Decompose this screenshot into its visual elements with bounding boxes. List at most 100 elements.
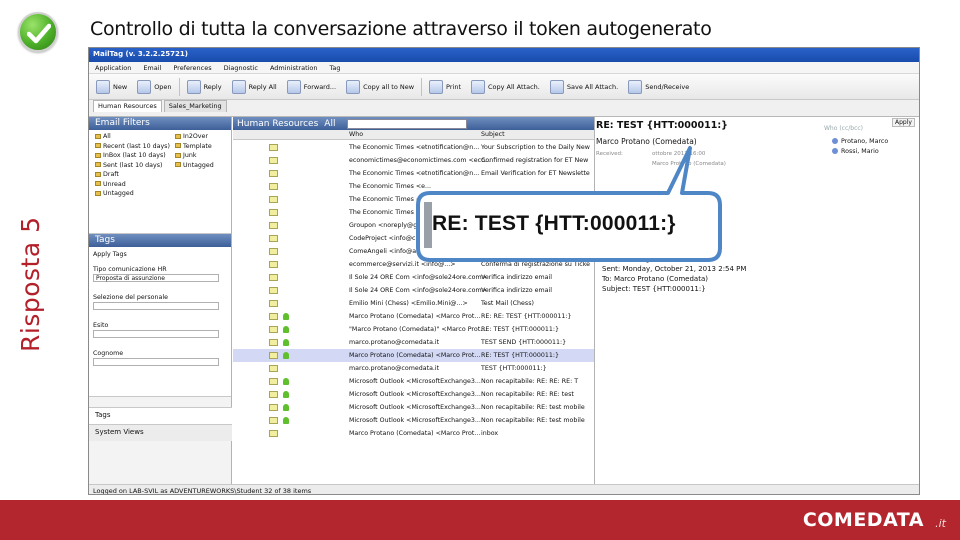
- nav-tags[interactable]: Tags: [89, 407, 232, 424]
- send-receive-label: Send/Receive: [645, 82, 690, 91]
- filter-junk[interactable]: Junk: [175, 152, 214, 162]
- table-row[interactable]: The Economic Times <etnotification@n... E…: [233, 167, 594, 180]
- filter-recent[interactable]: Recent (last 10 days): [95, 143, 170, 153]
- reply-button[interactable]: Reply: [184, 78, 225, 96]
- menu-application[interactable]: Application: [95, 64, 131, 72]
- preview-pane: RE: TEST {HTT:000011:} Marco Protano (Co…: [596, 117, 919, 485]
- table-row[interactable]: Il Sole 24 ORE Com <info@sole24ore.com> V…: [233, 271, 594, 284]
- tab-human-resources[interactable]: Human Resources: [93, 100, 162, 112]
- preview-header-to: To: Marco Protano (Comedata): [602, 275, 708, 283]
- table-row[interactable]: ecommerce@servizi.it <info@...> Conferma …: [233, 258, 594, 271]
- table-row[interactable]: Il Sole 24 ORE Com <info@sole24ore.com> V…: [233, 284, 594, 297]
- menu-preferences[interactable]: Preferences: [173, 64, 211, 72]
- filter-untagged-2[interactable]: Untagged: [175, 162, 214, 172]
- table-row[interactable]: Microsoft Outlook <MicrosoftExchange3...…: [233, 401, 594, 414]
- preview-header-subject: Subject: TEST {HTT:000011:}: [602, 285, 706, 293]
- table-row[interactable]: Marco Protano (Comedata) <Marco Prot... R…: [233, 310, 594, 323]
- row-subject: Test Mail (Chess): [481, 300, 534, 307]
- tag-field-label: Selezione del personale: [93, 294, 168, 301]
- row-who: Microsoft Outlook <MicrosoftExchange3...: [349, 404, 481, 411]
- filter-draft[interactable]: Draft: [95, 171, 170, 181]
- table-row[interactable]: Microsoft Outlook <MicrosoftExchange3...…: [233, 388, 594, 401]
- tag-field-input[interactable]: [93, 302, 219, 310]
- tab-sales-marketing[interactable]: Sales_Marketing: [163, 100, 227, 112]
- tag-field-input[interactable]: Proposta di assunzione: [93, 274, 219, 282]
- row-subject: Verifica indirizzo email: [481, 287, 552, 294]
- envelope-icon: [269, 209, 278, 216]
- open-label: Open: [154, 82, 172, 91]
- copy-all-to-new-button[interactable]: Copy all to New: [343, 78, 417, 96]
- recipient: Rossi, Mario: [832, 148, 879, 155]
- apply-tags-button[interactable]: Apply Tags: [93, 251, 227, 258]
- callout-cursor-bar: [424, 202, 432, 248]
- new-icon: [96, 79, 110, 94]
- filter-sent[interactable]: Sent (last 10 days): [95, 162, 170, 172]
- open-button[interactable]: Open: [134, 78, 174, 96]
- send-receive-button[interactable]: Send/Receive: [625, 78, 692, 96]
- menu-email[interactable]: Email: [143, 64, 161, 72]
- table-row[interactable]: The Economic Times <e...: [233, 193, 594, 206]
- preview-from: Marco Protano (Comedata): [596, 137, 697, 146]
- new-button[interactable]: New: [93, 78, 130, 96]
- preview-header-sent: Sent: Monday, October 21, 2013 2:54 PM: [602, 265, 747, 273]
- menu-administration[interactable]: Administration: [270, 64, 318, 72]
- table-row[interactable]: Emilio Mini (Chess) <Emilio.Mini@...> Tes…: [233, 297, 594, 310]
- copy-all-attach-button[interactable]: Copy All Attach.: [468, 78, 543, 96]
- print-button[interactable]: Print: [426, 78, 464, 96]
- table-row[interactable]: Microsoft Outlook <MicrosoftExchange3...…: [233, 414, 594, 427]
- row-subject: Non recapitabile: RE: RE: test: [481, 391, 574, 398]
- tag-field-input[interactable]: [93, 358, 219, 366]
- forward-button[interactable]: Forward...: [284, 78, 339, 96]
- table-row[interactable]: economictimes@economictimes.com <eco... C…: [233, 154, 594, 167]
- tag-icon: [283, 339, 289, 346]
- envelope-icon: [269, 326, 278, 333]
- table-row[interactable]: Marco Protano (Comedata) <Marco Prot... i…: [233, 427, 594, 440]
- column-subject[interactable]: Subject: [481, 131, 505, 138]
- list-search-input[interactable]: [347, 118, 468, 129]
- column-who[interactable]: Who: [349, 131, 363, 138]
- row-who: Groupon <noreply@gr...: [349, 222, 426, 229]
- filter-untagged[interactable]: Untagged: [95, 190, 170, 200]
- list-filter[interactable]: All: [324, 119, 335, 129]
- status-bar: Logged on LAB-SVIL as ADVENTUREWORKS\Stu…: [89, 484, 919, 494]
- tag-field-input[interactable]: [93, 330, 219, 338]
- menu-diagnostic[interactable]: Diagnostic: [224, 64, 258, 72]
- row-subject: Verifica indirizzo email: [481, 274, 552, 281]
- filter-unread[interactable]: Unread: [95, 181, 170, 191]
- brand-logo: COMEDATA: [802, 509, 924, 531]
- table-row[interactable]: Microsoft Outlook <MicrosoftExchange3...…: [233, 375, 594, 388]
- user-icon: [832, 148, 838, 154]
- filter-template[interactable]: Template: [175, 143, 214, 153]
- filter-all[interactable]: All: [95, 133, 170, 143]
- envelope-icon: [269, 391, 278, 398]
- reply-all-button[interactable]: Reply All: [229, 78, 280, 96]
- apply-button[interactable]: Apply: [892, 118, 915, 127]
- envelope-icon: [269, 248, 278, 255]
- filter-in2over[interactable]: In2Over: [175, 133, 214, 143]
- table-row[interactable]: ComeAngeli <info@angeli.com> ComeAngeli |…: [233, 245, 594, 258]
- user-icon: [832, 138, 838, 144]
- list-header: Human Resources All: [233, 117, 594, 130]
- menu-tag[interactable]: Tag: [330, 64, 341, 72]
- save-all-attach-button[interactable]: Save All Attach.: [547, 78, 621, 96]
- row-who: marco.protano@comedata.it: [349, 365, 440, 372]
- row-who: Il Sole 24 ORE Com <info@sole24ore.com>: [349, 274, 487, 281]
- row-who: The Economic Times <e...: [349, 196, 432, 203]
- toolbar: New Open Reply Reply All Forward... Copy…: [89, 74, 919, 100]
- table-row[interactable]: marco.protano@comedata.it TEST SEND {HTT:…: [233, 336, 594, 349]
- envelope-icon: [269, 196, 278, 203]
- table-row[interactable]: The Economic Times <e...: [233, 180, 594, 193]
- nav-system-views[interactable]: System Views: [89, 424, 232, 441]
- envelope-icon: [269, 274, 278, 281]
- preview-sent: ottobre 2013 16:00: [652, 151, 706, 157]
- table-row[interactable]: The Economic Times <etnotification@n... Y…: [233, 141, 594, 154]
- envelope-icon: [269, 222, 278, 229]
- table-row[interactable]: "Marco Protano (Comedata)" <Marco Prot..…: [233, 323, 594, 336]
- recipients-label: Who (cc/bcc): [824, 125, 864, 132]
- forward-icon: [286, 79, 301, 94]
- table-row[interactable]: marco.protano@comedata.it TEST {HTT:00001…: [233, 362, 594, 375]
- toolbar-separator: [421, 77, 423, 96]
- filter-inbox[interactable]: InBox (last 10 days): [95, 152, 170, 162]
- table-row[interactable]: Marco Protano (Comedata) <Marco Prot... R…: [233, 349, 594, 362]
- envelope-icon: [269, 313, 278, 320]
